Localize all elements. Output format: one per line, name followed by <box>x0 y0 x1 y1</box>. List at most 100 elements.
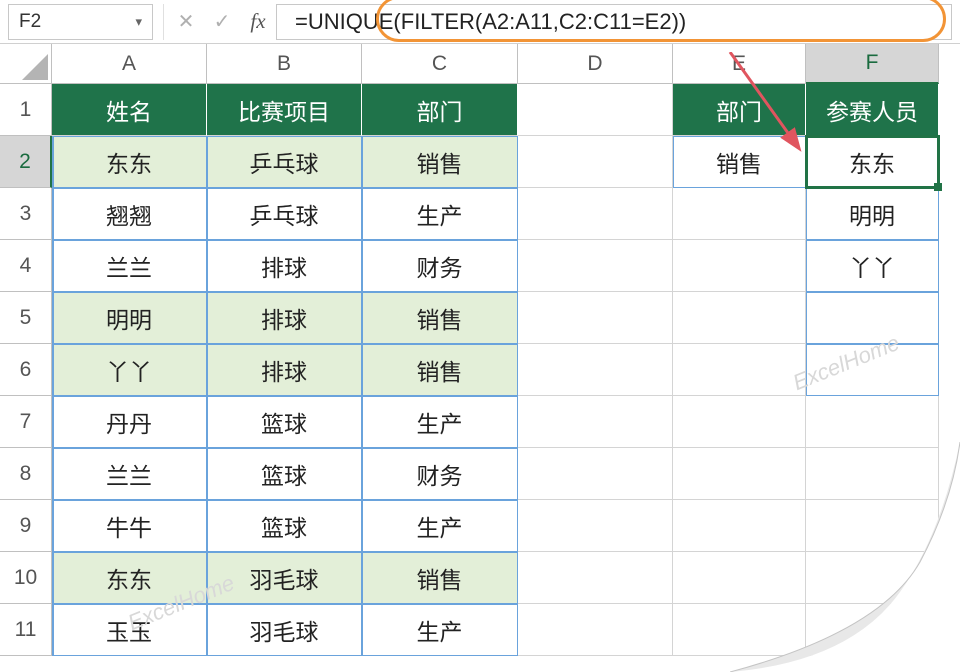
cell-empty[interactable] <box>673 604 806 656</box>
header-cell-name[interactable]: 姓名 <box>52 84 207 136</box>
header-cell-dept[interactable]: 部门 <box>362 84 518 136</box>
grid: ABCDEF 姓名比赛项目部门部门参赛人员东东乒乓球销售销售东东翘翘乒乓球生产明… <box>52 44 960 656</box>
cell-event[interactable]: 乒乓球 <box>207 136 362 188</box>
row-header-4[interactable]: 4 <box>0 240 52 292</box>
cell-empty[interactable] <box>518 344 673 396</box>
column-header-E[interactable]: E <box>673 44 806 84</box>
row-header-3[interactable]: 3 <box>0 188 52 240</box>
row-header-2[interactable]: 2 <box>0 136 52 188</box>
dropdown-icon[interactable]: ▾ <box>135 14 142 30</box>
cell-empty[interactable] <box>673 292 806 344</box>
formula-seg-1: FILTER <box>401 9 475 35</box>
cell-name[interactable]: 牛牛 <box>52 500 207 552</box>
cell-dept[interactable]: 生产 <box>362 188 518 240</box>
cell-dept[interactable]: 销售 <box>362 552 518 604</box>
cell-name[interactable]: 兰兰 <box>52 448 207 500</box>
cell-empty[interactable] <box>518 188 673 240</box>
cell-empty[interactable] <box>518 500 673 552</box>
row-header-9[interactable]: 9 <box>0 500 52 552</box>
cell-name[interactable]: 兰兰 <box>52 240 207 292</box>
cell-empty[interactable] <box>673 344 806 396</box>
cell-name[interactable]: 丹丹 <box>52 396 207 448</box>
cell-event[interactable]: 篮球 <box>207 448 362 500</box>
cell-empty[interactable] <box>806 500 939 552</box>
cell-name[interactable]: 翘翘 <box>52 188 207 240</box>
cell-name[interactable]: 丫丫 <box>52 344 207 396</box>
cell-spill-result[interactable]: 丫丫 <box>806 240 939 292</box>
row-header-6[interactable]: 6 <box>0 344 52 396</box>
column-headers-row: ABCDEF <box>52 44 960 84</box>
cell-name[interactable]: 明明 <box>52 292 207 344</box>
cell-dept[interactable]: 销售 <box>362 344 518 396</box>
name-box-value: F2 <box>19 11 41 33</box>
cell-dept[interactable]: 销售 <box>362 136 518 188</box>
cell-empty[interactable] <box>518 136 673 188</box>
cell-empty[interactable] <box>806 604 939 656</box>
cell-empty[interactable] <box>806 292 939 344</box>
cell-empty[interactable] <box>518 604 673 656</box>
cell-spill-result[interactable]: 明明 <box>806 188 939 240</box>
cell-empty[interactable] <box>518 396 673 448</box>
formula-input[interactable]: =UNIQUE(FILTER(A2:A11,C2:C11=E2)) <box>276 4 952 40</box>
cell-dept[interactable]: 生产 <box>362 604 518 656</box>
cell-dept[interactable]: 财务 <box>362 448 518 500</box>
cell-empty[interactable] <box>518 84 673 136</box>
cell-event[interactable]: 排球 <box>207 240 362 292</box>
cell-event[interactable]: 排球 <box>207 344 362 396</box>
name-box[interactable]: F2 ▾ <box>8 4 153 40</box>
cell-empty[interactable] <box>518 292 673 344</box>
cell-empty[interactable] <box>673 500 806 552</box>
cell-empty[interactable] <box>518 448 673 500</box>
table-row: 丫丫排球销售 <box>52 344 960 396</box>
cell-empty[interactable] <box>673 240 806 292</box>
cell-event[interactable]: 排球 <box>207 292 362 344</box>
fx-icon[interactable]: fx <box>240 4 276 40</box>
worksheet: 1234567891011 ABCDEF 姓名比赛项目部门部门参赛人员东东乒乓球… <box>0 44 960 656</box>
row-header-1[interactable]: 1 <box>0 84 52 136</box>
row-header-7[interactable]: 7 <box>0 396 52 448</box>
cell-event[interactable]: 乒乓球 <box>207 188 362 240</box>
select-all-button[interactable] <box>0 44 52 84</box>
column-header-D[interactable]: D <box>518 44 673 84</box>
column-header-A[interactable]: A <box>52 44 207 84</box>
column-header-B[interactable]: B <box>207 44 362 84</box>
cell-event[interactable]: 篮球 <box>207 396 362 448</box>
cell-event[interactable]: 篮球 <box>207 500 362 552</box>
cell-dept[interactable]: 财务 <box>362 240 518 292</box>
cell-empty[interactable] <box>518 552 673 604</box>
cell-empty[interactable] <box>806 396 939 448</box>
cell-dept[interactable]: 生产 <box>362 396 518 448</box>
row-header-5[interactable]: 5 <box>0 292 52 344</box>
row-header-10[interactable]: 10 <box>0 552 52 604</box>
cell-active-result[interactable]: 东东 <box>806 136 939 188</box>
divider <box>163 4 164 40</box>
cell-empty[interactable] <box>673 448 806 500</box>
column-header-F[interactable]: F <box>806 44 939 84</box>
cell-empty[interactable] <box>673 552 806 604</box>
header-cell-event[interactable]: 比赛项目 <box>207 84 362 136</box>
table-row: 翘翘乒乓球生产 明明 <box>52 188 960 240</box>
cell-empty[interactable] <box>806 448 939 500</box>
header-cell-lookup-dept[interactable]: 部门 <box>673 84 806 136</box>
confirm-icon[interactable]: ✓ <box>204 4 240 40</box>
cell-empty[interactable] <box>518 240 673 292</box>
cell-empty[interactable] <box>806 344 939 396</box>
cell-empty[interactable] <box>673 188 806 240</box>
cell-dept[interactable]: 生产 <box>362 500 518 552</box>
cell-name[interactable]: 玉玉 <box>52 604 207 656</box>
cell-name[interactable]: 东东 <box>52 552 207 604</box>
cell-event[interactable]: 羽毛球 <box>207 552 362 604</box>
cell-event[interactable]: 羽毛球 <box>207 604 362 656</box>
table-row: 姓名比赛项目部门部门参赛人员 <box>52 84 960 136</box>
cancel-icon[interactable]: ✕ <box>168 4 204 40</box>
cell-lookup-value[interactable]: 销售 <box>673 136 806 188</box>
header-cell-result[interactable]: 参赛人员 <box>806 84 939 136</box>
row-header-8[interactable]: 8 <box>0 448 52 500</box>
table-row: 兰兰排球财务 丫丫 <box>52 240 960 292</box>
cell-name[interactable]: 东东 <box>52 136 207 188</box>
cell-dept[interactable]: 销售 <box>362 292 518 344</box>
row-header-11[interactable]: 11 <box>0 604 52 656</box>
cell-empty[interactable] <box>806 552 939 604</box>
cell-empty[interactable] <box>673 396 806 448</box>
column-header-C[interactable]: C <box>362 44 518 84</box>
